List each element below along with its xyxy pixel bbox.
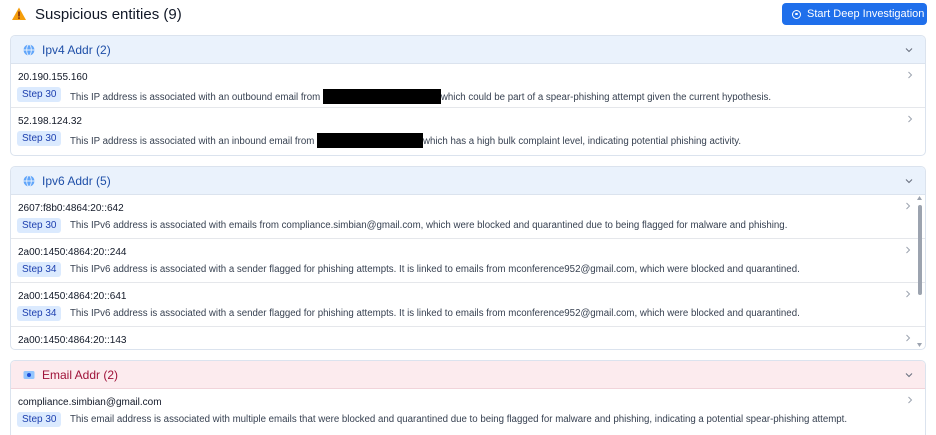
email-panel: Email Addr (2) compliance.simbian@gmail.… <box>10 360 926 435</box>
ipv6-panel: Ipv6 Addr (5) 2607:f8b0:4864:20::642 Ste… <box>10 166 926 350</box>
chevron-right-icon <box>906 246 911 254</box>
redacted-block <box>322 89 441 104</box>
entity-value: 52.198.124.32 <box>18 116 82 127</box>
entity-value: compliance.simbian@gmail.com <box>18 397 162 408</box>
step-badge: Step 30 <box>17 218 62 233</box>
page-title: Suspicious entities (9) <box>35 6 182 23</box>
page-header: Suspicious entities (9) Start Deep Inves… <box>0 0 936 30</box>
list-item[interactable]: 2a00:1450:4864:20::244 Step 34 This IPv6… <box>11 239 925 283</box>
chevron-down-icon[interactable] <box>905 46 913 54</box>
email-panel-title: Email Addr (2) <box>42 368 119 382</box>
ipv6-scroll-list[interactable]: 2607:f8b0:4864:20::642 Step 30 This IPv6… <box>11 195 925 348</box>
globe-icon <box>23 44 35 56</box>
chevron-right-icon <box>906 202 911 210</box>
chevron-right-icon <box>908 71 913 79</box>
entity-description: This IPv6 address is associated with ema… <box>70 220 788 231</box>
entity-description: This IPv6 address is associated with a s… <box>70 308 800 319</box>
list-item[interactable]: 2a00:1450:4864:20::641 Step 34 This IPv6… <box>11 283 925 327</box>
step-badge: Step 30 <box>17 131 62 146</box>
entity-value: 2607:f8b0:4864:20::642 <box>18 203 124 214</box>
start-deep-investigation-label: Start Deep Investigation <box>807 8 925 20</box>
ipv6-panel-title: Ipv6 Addr (5) <box>42 174 111 188</box>
globe-icon <box>23 175 35 187</box>
chevron-right-icon <box>906 334 911 342</box>
ipv4-panel-title: Ipv4 Addr (2) <box>42 43 111 57</box>
list-item[interactable]: 2a00:1450:4864:20::143 <box>11 327 925 348</box>
step-badge: Step 34 <box>17 306 62 321</box>
ipv6-panel-header[interactable]: Ipv6 Addr (5) <box>11 167 925 195</box>
entity-value: 2a00:1450:4864:20::143 <box>18 335 127 346</box>
description-text-after: which could be part of a spear-phishing … <box>440 92 772 103</box>
ipv4-panel-header[interactable]: Ipv4 Addr (2) <box>11 36 925 64</box>
list-item[interactable]: 2607:f8b0:4864:20::642 Step 30 This IPv6… <box>11 195 925 239</box>
chevron-right-icon <box>908 115 913 123</box>
entity-description: This email address is associated with mu… <box>70 414 848 425</box>
ipv4-panel: Ipv4 Addr (2) 20.190.155.160 Step 30 Thi… <box>10 35 926 156</box>
scroll-down-arrow-icon[interactable] <box>917 343 922 347</box>
entity-value: 20.190.155.160 <box>18 72 88 83</box>
start-deep-investigation-button[interactable]: Start Deep Investigation <box>782 3 927 25</box>
list-item[interactable]: 52.198.124.32 Step 30 This IP address is… <box>11 108 925 152</box>
play-circle-icon <box>792 9 801 19</box>
description-text-before: This IP address is associated with an ou… <box>70 92 321 103</box>
entity-value: 2a00:1450:4864:20::244 <box>18 247 127 258</box>
email-icon <box>23 371 35 379</box>
entity-description: This IPv6 address is associated with a s… <box>70 264 800 275</box>
entity-description: This IP address is associated with an ou… <box>70 89 771 104</box>
description-text-after: which has a high bulk complaint level, i… <box>423 136 742 147</box>
description-text-before: This IP address is associated with an in… <box>70 136 315 147</box>
step-badge: Step 30 <box>17 412 62 427</box>
step-badge: Step 34 <box>17 262 62 277</box>
email-panel-header[interactable]: Email Addr (2) <box>11 361 925 389</box>
list-item[interactable]: 20.190.155.160 Step 30 This IP address i… <box>11 64 925 108</box>
entity-value: 2a00:1450:4864:20::641 <box>18 291 127 302</box>
scrollbar[interactable] <box>917 195 924 348</box>
list-item[interactable]: compliance.simbian@gmail.com Step 30 Thi… <box>11 389 925 433</box>
scroll-up-arrow-icon[interactable] <box>917 196 922 200</box>
entity-description: This IP address is associated with an in… <box>70 133 741 148</box>
redacted-block <box>317 133 423 148</box>
chevron-down-icon[interactable] <box>905 371 913 379</box>
step-badge: Step 30 <box>17 87 62 102</box>
chevron-down-icon[interactable] <box>905 177 913 185</box>
scrollbar-thumb[interactable] <box>918 205 922 295</box>
chevron-right-icon <box>906 290 911 298</box>
warning-triangle-icon <box>12 7 26 20</box>
chevron-right-icon <box>908 396 913 404</box>
